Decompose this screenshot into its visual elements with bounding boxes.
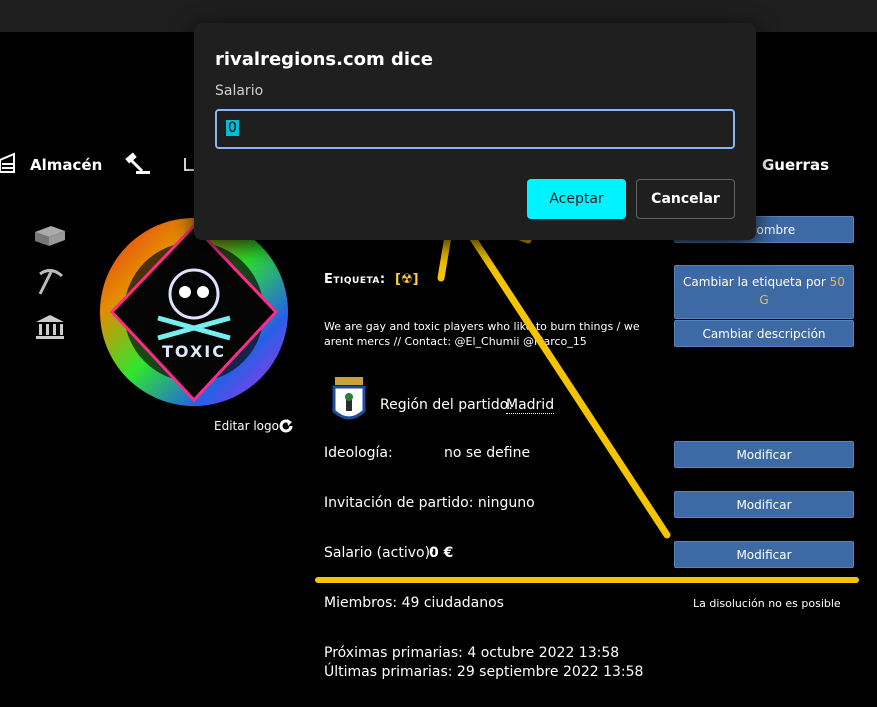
brick-icon[interactable] — [33, 222, 67, 252]
members-count: Miembros: 49 ciudadanos — [324, 595, 504, 611]
change-description-button[interactable]: Cambiar descripción — [674, 320, 854, 347]
ideology-label: Ideología: — [324, 445, 393, 461]
region-link[interactable]: Madrid — [506, 397, 555, 414]
nav-warehouse[interactable]: Almacén — [30, 156, 102, 174]
refresh-icon[interactable] — [277, 417, 295, 439]
logo-text: TOXIC — [162, 342, 226, 361]
salary-input[interactable] — [215, 109, 735, 149]
madrid-flag-icon — [331, 377, 367, 429]
modify-ideology-button[interactable]: Modificar — [674, 441, 854, 468]
tag-value: [☢] — [395, 272, 419, 287]
salary-value: 0 € — [429, 545, 454, 561]
cancel-button[interactable]: Cancelar — [636, 179, 735, 219]
salary-label: Salario (activo): — [324, 545, 435, 561]
change-tag-button[interactable]: Cambiar la etiqueta por 50 G — [674, 265, 854, 319]
edit-logo-link[interactable]: Editar logo — [214, 419, 279, 433]
bank-icon[interactable] — [34, 313, 66, 345]
modify-invitation-button[interactable]: Modificar — [674, 491, 854, 518]
warehouse-icon[interactable] — [0, 152, 16, 178]
nav-wars[interactable]: Guerras — [762, 156, 829, 174]
dissolution-note: La disolución no es posible — [693, 597, 841, 610]
modify-salary-button[interactable]: Modificar — [674, 541, 854, 568]
region-label: Región del partido: — [380, 397, 513, 413]
gavel-icon[interactable] — [122, 152, 152, 180]
dialog-title: rivalregions.com dice — [215, 49, 433, 70]
invitation-text: Invitación de partido: ninguno — [324, 495, 535, 511]
last-primaries: Últimas primarias: 29 septiembre 2022 13… — [324, 664, 644, 680]
party-logo — [96, 212, 292, 408]
pickaxe-icon[interactable] — [36, 266, 66, 300]
ideology-value: no se define — [444, 445, 531, 461]
party-description: We are gay and toxic players who like to… — [324, 320, 640, 348]
accept-button[interactable]: Aceptar — [527, 179, 626, 219]
annotation-arrow-shaft — [453, 210, 671, 539]
prompt-dialog: rivalregions.com dice Salario 0 Aceptar … — [194, 23, 756, 240]
salary-input-value: 0 — [226, 120, 239, 136]
tag-label: Etiqueta: — [324, 272, 386, 287]
dialog-label: Salario — [215, 83, 264, 99]
next-primaries: Próximas primarias: 4 octubre 2022 13:58 — [324, 645, 620, 661]
